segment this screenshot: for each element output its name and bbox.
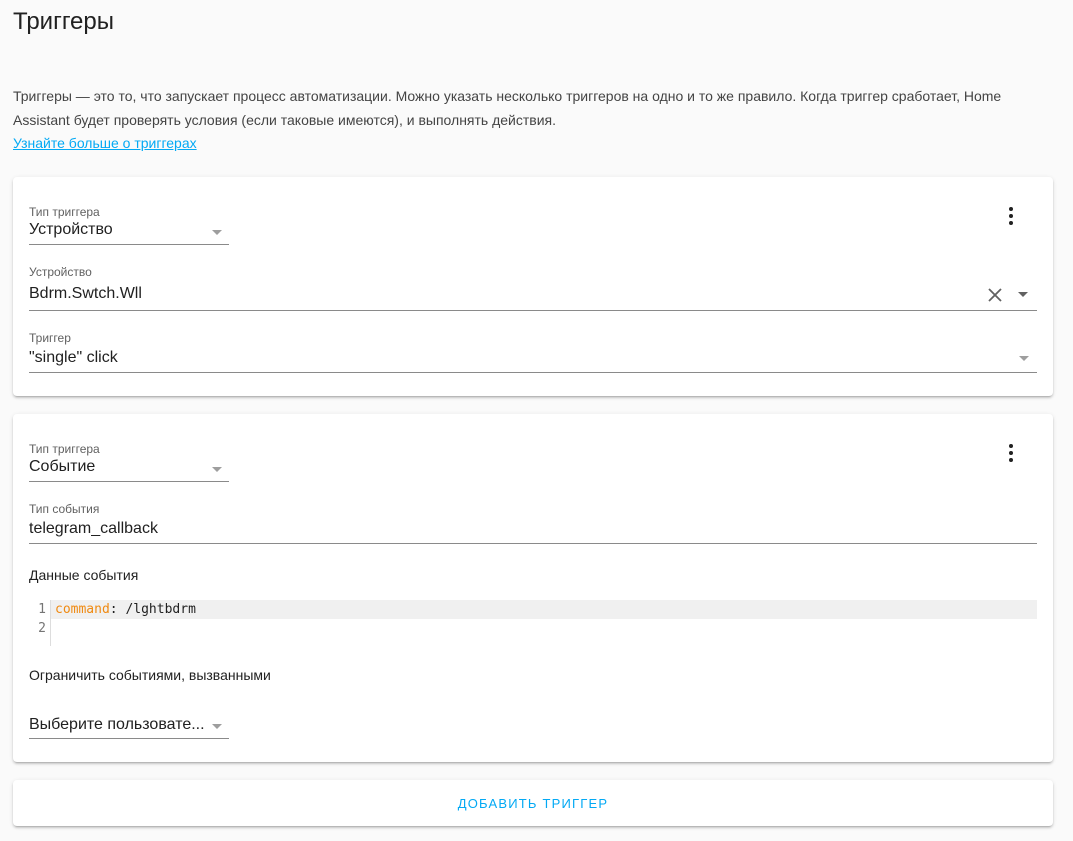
page-title: Триггеры [13,8,114,35]
dots-vertical-icon [1009,444,1013,448]
device-value: Bdrm.Swtch.Wll [29,285,142,302]
trigger-card-event: Тип триггера Событие Тип события telegra… [13,414,1053,762]
add-trigger-button[interactable]: Добавить триггер [13,780,1053,826]
field-underline [29,481,229,482]
dots-vertical-icon-dot [1009,451,1013,455]
chevron-down-icon [212,467,222,472]
close-icon[interactable] [987,287,1003,303]
field-underline [29,310,1037,311]
event-type-input[interactable]: Тип события telegram_callback [29,502,1037,544]
event-data-code-editor[interactable]: 1 2 command: /lghtbdrm [29,600,1037,646]
event-type-value: telegram_callback [29,520,158,537]
trigger-menu-button[interactable] [999,204,1023,228]
code-key: command [55,602,110,617]
chevron-down-icon [212,230,222,235]
trigger-type-select[interactable]: Тип триггера Устройство [29,205,229,245]
field-underline [29,372,1037,373]
chevron-down-icon [212,724,222,729]
line-number: 2 [38,621,46,636]
code-value: : /lghtbdrm [109,602,196,617]
user-select-value: Выберите пользовате... [29,716,205,733]
dots-vertical-icon-dot [1009,221,1013,225]
trigger-type-label: Тип триггера [29,205,100,219]
dots-vertical-icon-dot [1009,214,1013,218]
add-trigger-card: Добавить триггер [13,780,1053,826]
trigger-card-device: Тип триггера Устройство Устройство Bdrm.… [13,177,1053,396]
trigger-value: "single" click [29,349,118,366]
field-underline [29,244,229,245]
triggers-page: Триггеры Триггеры — это то, что запускае… [0,0,1073,841]
line-number: 1 [38,602,46,617]
intro-text: Триггеры — это то, что запускает процесс… [13,88,1002,128]
device-picker[interactable]: Устройство Bdrm.Swtch.Wll [29,265,1037,311]
user-select[interactable]: Выберите пользовате... [29,714,229,739]
trigger-type-select[interactable]: Тип триггера Событие [29,442,229,482]
event-data-label: Данные события [29,567,139,583]
chevron-down-icon [1019,356,1029,361]
trigger-type-label: Тип триггера [29,442,100,456]
event-type-label: Тип события [29,502,100,516]
chevron-down-icon[interactable] [1018,292,1028,297]
dots-vertical-icon [1009,207,1013,211]
field-underline [29,738,229,739]
trigger-select[interactable]: Триггер "single" click [29,331,1037,373]
trigger-type-value: Устройство [29,221,113,238]
learn-more-link[interactable]: Узнайте больше о триггерах [13,132,197,154]
trigger-label: Триггер [29,331,71,345]
dots-vertical-icon-dot [1009,458,1013,462]
device-label: Устройство [29,265,92,279]
field-underline [29,543,1037,544]
limit-label: Ограничить событиями, вызванными [29,667,271,683]
trigger-type-value: Событие [29,458,96,475]
code-line: command: /lghtbdrm [51,600,1037,619]
trigger-menu-button[interactable] [999,441,1023,465]
code-gutter: 1 2 [29,600,51,646]
